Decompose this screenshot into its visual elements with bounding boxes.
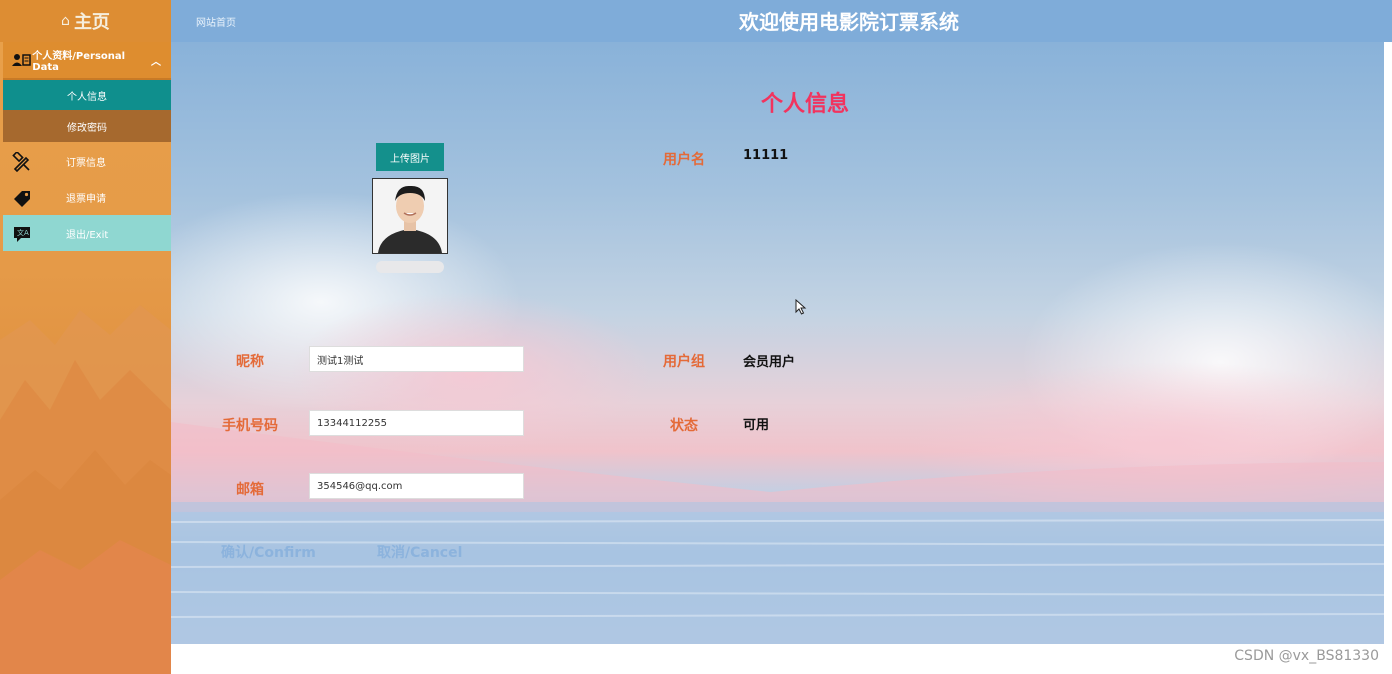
- sidebar-item-refund-request[interactable]: 退票申请: [3, 179, 171, 215]
- username-value: 11111: [743, 148, 789, 163]
- sidebar: ⌂ 主页 个人资料/Personal Data ︿ 个人信息 修改密码 订票信息…: [0, 0, 171, 674]
- home-label: 主页: [73, 12, 110, 33]
- nickname-label: 昵称: [236, 354, 264, 370]
- status-label: 状态: [670, 418, 698, 434]
- top-header: 网站首页 欢迎使用电影院订票系统: [171, 0, 1392, 42]
- user-card-icon: [11, 53, 32, 67]
- sidebar-item-ticket-orders[interactable]: 订票信息: [3, 143, 171, 179]
- page-title: 欢迎使用电影院订票系统: [739, 10, 959, 34]
- menu-personal-label: 个人资料/Personal Data: [32, 51, 126, 73]
- mountain-decoration: [0, 305, 171, 674]
- avatar-caption-bar: [376, 261, 444, 273]
- upload-image-button[interactable]: 上传图片: [376, 143, 444, 171]
- usergroup-value: 会员用户: [743, 355, 796, 370]
- pencil-ruler-icon: [12, 152, 30, 172]
- site-home-link[interactable]: 网站首页: [196, 14, 236, 29]
- sidebar-item-exit[interactable]: 文A 退出/Exit: [3, 215, 171, 251]
- sidebar-item-label: 个人信息: [67, 91, 107, 103]
- mouse-cursor-icon: [795, 299, 807, 315]
- username-label: 用户名: [663, 152, 705, 168]
- usergroup-label: 用户组: [663, 354, 705, 370]
- sidebar-item-change-password[interactable]: 修改密码: [3, 110, 171, 142]
- svg-text:文A: 文A: [17, 228, 29, 237]
- sidebar-item-personal-info[interactable]: 个人信息: [3, 80, 171, 110]
- sidebar-item-label: 退票申请: [66, 193, 106, 205]
- phone-label: 手机号码: [222, 418, 278, 434]
- sidebar-item-label: 退出/Exit: [66, 229, 109, 241]
- watermark: CSDN @vx_BS81330: [1234, 648, 1379, 664]
- nickname-input[interactable]: [309, 346, 524, 372]
- tag-icon: [14, 191, 30, 207]
- sidebar-item-label: 订票信息: [66, 157, 106, 169]
- chevron-up-icon: ︿: [151, 56, 161, 68]
- menu-personal-data[interactable]: 个人资料/Personal Data ︿: [3, 42, 171, 80]
- email-input[interactable]: [309, 473, 524, 499]
- status-value: 可用: [743, 418, 770, 433]
- avatar: [372, 178, 448, 254]
- translate-chat-icon: 文A: [14, 227, 30, 242]
- confirm-button[interactable]: 确认/Confirm: [221, 542, 316, 562]
- email-label: 邮箱: [236, 482, 264, 498]
- phone-input[interactable]: [309, 410, 524, 436]
- sidebar-item-label: 修改密码: [67, 122, 107, 134]
- background-scene: [171, 192, 1392, 644]
- home-icon: ⌂: [61, 13, 70, 29]
- scrollbar[interactable]: [1384, 42, 1392, 644]
- main-content: 个人信息 上传图片 用户名 11111 昵称 用户组 会员用户 手机号码 状态 …: [171, 42, 1392, 644]
- home-link[interactable]: ⌂ 主页: [0, 0, 171, 42]
- cancel-button[interactable]: 取消/Cancel: [377, 542, 462, 562]
- section-title: 个人信息: [761, 92, 850, 117]
- avatar-photo: [373, 179, 447, 253]
